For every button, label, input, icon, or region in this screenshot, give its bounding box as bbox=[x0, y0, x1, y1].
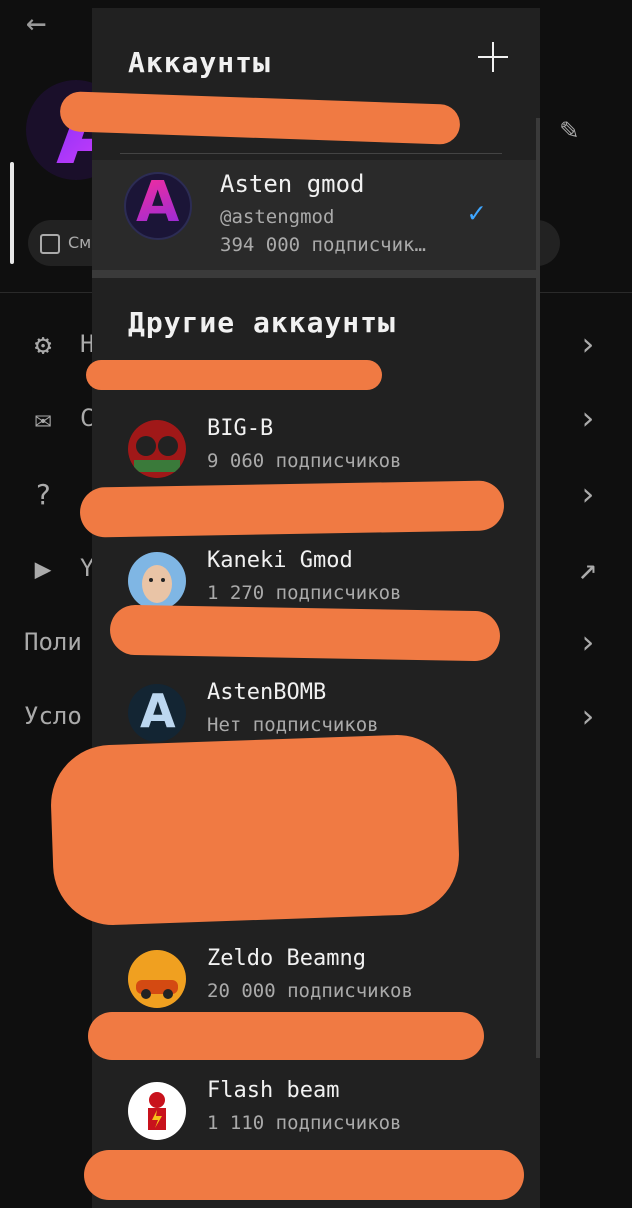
avatar: A bbox=[124, 172, 192, 240]
account-item-flash-beam[interactable]: Flash beam 1 110 подписчиков bbox=[92, 1078, 540, 1148]
add-account-icon[interactable] bbox=[478, 42, 508, 72]
subscriber-count: 394 000 подписчик… bbox=[220, 234, 426, 256]
back-arrow-icon[interactable]: ← bbox=[26, 6, 46, 40]
chevron-right-icon: › bbox=[578, 399, 598, 437]
chevron-right-icon: › bbox=[578, 325, 598, 363]
panel-title: Аккаунты bbox=[128, 46, 271, 79]
youtube-icon: ▶ bbox=[34, 552, 52, 585]
subscriber-count: 9 060 подписчиков bbox=[207, 450, 402, 472]
subscriber-count: 1 110 подписчиков bbox=[207, 1112, 402, 1134]
redaction-scribble bbox=[109, 604, 501, 662]
account-name: AstenBOMB bbox=[207, 680, 327, 705]
help-icon: ? bbox=[34, 478, 52, 511]
section-divider bbox=[92, 270, 540, 278]
external-link-icon: ↗ bbox=[578, 549, 598, 587]
subscriber-count: 20 000 подписчиков bbox=[207, 980, 413, 1002]
avatar bbox=[128, 420, 186, 478]
terms-label[interactable]: Усло bbox=[24, 702, 82, 730]
account-name: Flash beam bbox=[207, 1078, 340, 1103]
chevron-right-icon: › bbox=[578, 697, 598, 735]
redaction-scribble bbox=[84, 1150, 524, 1200]
account-icon bbox=[40, 234, 60, 254]
chevron-right-icon: › bbox=[578, 623, 598, 661]
chevron-right-icon: › bbox=[578, 475, 598, 513]
redaction-scribble bbox=[48, 732, 462, 928]
account-name: Zeldo Beamng bbox=[207, 946, 366, 971]
pencil-icon[interactable]: ✎ bbox=[560, 112, 578, 147]
avatar bbox=[128, 950, 186, 1008]
other-accounts-title: Другие аккаунты bbox=[128, 306, 396, 339]
mail-icon: ✉ bbox=[34, 402, 52, 435]
account-name: Kaneki Gmod bbox=[207, 548, 353, 573]
gear-icon: ⚙ bbox=[34, 328, 52, 361]
current-account[interactable]: A Asten gmod @astengmod 394 000 подписчи… bbox=[92, 160, 540, 270]
subscriber-count: 1 270 подписчиков bbox=[207, 582, 402, 604]
avatar: A bbox=[128, 684, 186, 742]
text-cursor bbox=[10, 162, 14, 264]
account-item-big-b[interactable]: BIG-B 9 060 подписчиков bbox=[92, 416, 540, 486]
redaction-scribble bbox=[86, 360, 382, 390]
policy-label[interactable]: Поли bbox=[24, 628, 82, 656]
divider bbox=[120, 153, 502, 154]
account-name: BIG-B bbox=[207, 416, 274, 441]
redaction-scribble bbox=[88, 1012, 484, 1060]
avatar bbox=[128, 1082, 186, 1140]
redaction-scribble bbox=[79, 480, 505, 538]
avatar bbox=[128, 552, 186, 610]
account-handle: @astengmod bbox=[220, 206, 335, 228]
account-name: Asten gmod bbox=[220, 170, 365, 198]
subscriber-count: Нет подписчиков bbox=[207, 714, 379, 736]
account-item-zeldo-beamng[interactable]: Zeldo Beamng 20 000 подписчиков bbox=[92, 946, 540, 1016]
checkmark-icon: ✓ bbox=[468, 196, 485, 229]
